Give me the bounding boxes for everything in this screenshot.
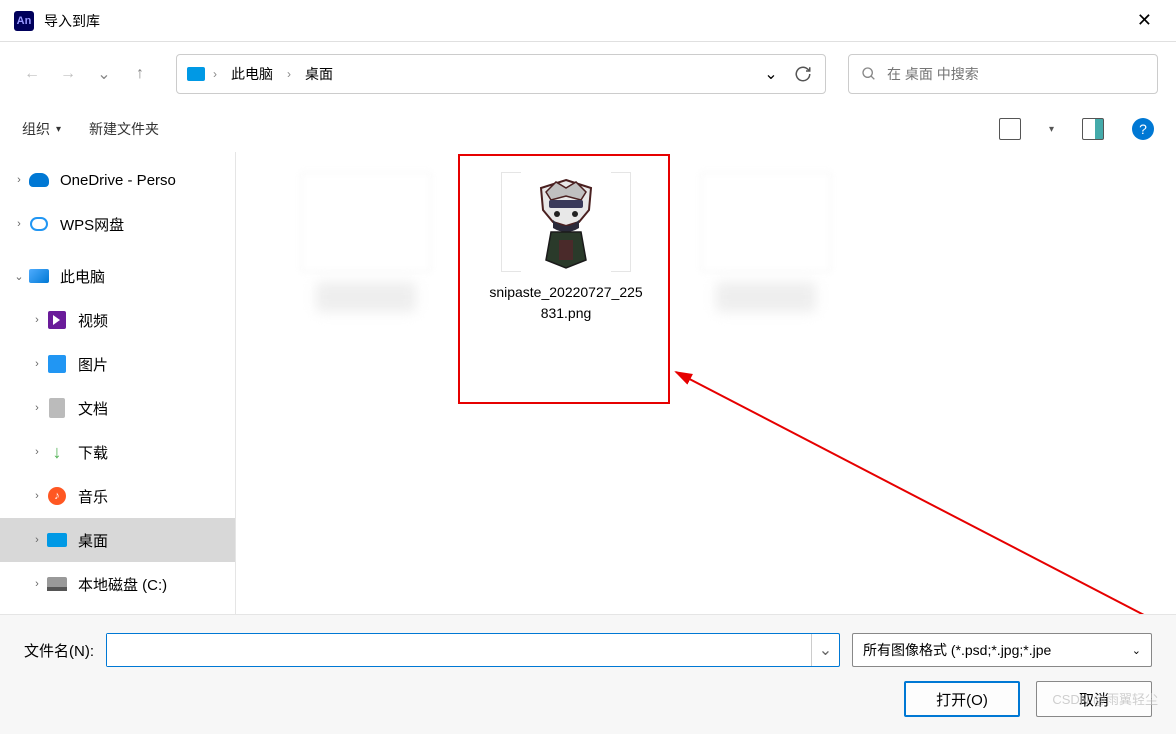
window-title: 导入到库 [44,11,1127,31]
pc-icon [187,67,205,81]
avatar-image-icon [521,170,611,274]
cloud-icon [28,213,50,235]
app-icon: An [14,11,34,31]
preview-pane-button[interactable] [1082,118,1104,140]
file-name-label [316,282,416,312]
chevron-right-icon[interactable]: › [28,402,46,414]
filename-dropdown-button[interactable]: ⌄ [811,634,839,666]
organize-button[interactable]: 组织 ▾ [22,119,61,139]
file-type-filter[interactable]: 所有图像格式 (*.psd;*.jpg;*.jpe ⌄ [852,633,1152,667]
breadcrumb-root[interactable]: 此电脑 [225,62,279,86]
chevron-right-icon[interactable]: › [28,446,46,458]
address-bar[interactable]: › 此电脑 › 桌面 ⌄ [176,54,826,94]
chevron-down-icon: ▾ [1049,124,1054,135]
music-icon: ♪ [46,485,68,507]
sidebar: › OneDrive - Perso › WPS网盘 ⌄ 此电脑 › 视频 › … [0,152,236,614]
chevron-right-icon[interactable]: › [28,578,46,590]
sidebar-item-label: 本地磁盘 (C:) [78,574,167,595]
main-area: › OneDrive - Perso › WPS网盘 ⌄ 此电脑 › 视频 › … [0,152,1176,614]
file-thumbnail [701,172,831,272]
document-icon [46,397,68,419]
file-name-label: snipaste_20220727_225831.png [486,282,646,324]
filename-input-wrap: ⌄ [106,633,840,667]
chevron-right-icon[interactable]: › [10,218,28,230]
chevron-right-icon: › [213,67,217,81]
sidebar-item-label: 图片 [78,354,108,375]
file-name-label [716,282,816,312]
image-icon [46,353,68,375]
sidebar-item-label: 桌面 [78,530,108,551]
pc-icon [28,265,50,287]
filename-input[interactable] [107,634,811,666]
filename-label: 文件名(N): [24,640,94,661]
titlebar: An 导入到库 ✕ [0,0,1176,42]
search-icon [861,66,877,82]
sidebar-item-videos[interactable]: › 视频 [0,298,235,342]
bottom-panel: 文件名(N): ⌄ 所有图像格式 (*.psd;*.jpg;*.jpe ⌄ 打开… [0,614,1176,734]
nav-back-button[interactable]: ← [18,60,46,88]
chevron-down-icon: ⌄ [1132,644,1141,657]
close-button[interactable]: ✕ [1127,6,1162,35]
sidebar-item-label: 文档 [78,398,108,419]
file-item[interactable] [286,172,446,324]
chevron-right-icon[interactable]: › [28,490,46,502]
chevron-right-icon: › [287,67,291,81]
nav-up-button[interactable]: ↑ [126,60,154,88]
chevron-right-icon[interactable]: › [10,174,28,186]
search-box[interactable] [848,54,1158,94]
file-item-highlighted[interactable]: snipaste_20220727_225831.png [486,172,646,324]
file-pane[interactable]: snipaste_20220727_225831.png [236,152,1176,614]
sidebar-item-music[interactable]: › ♪ 音乐 [0,474,235,518]
refresh-button[interactable] [791,62,815,86]
file-thumbnail [501,172,631,272]
desktop-icon [46,529,68,551]
sidebar-item-wps[interactable]: › WPS网盘 [0,202,235,246]
sidebar-item-label: 视频 [78,310,108,331]
download-icon: ↓ [46,441,68,463]
chevron-right-icon[interactable]: › [28,358,46,370]
sidebar-item-desktop[interactable]: › 桌面 [0,518,235,562]
file-thumbnail [301,172,431,272]
sidebar-item-label: 下载 [78,442,108,463]
toolbar: 组织 ▾ 新建文件夹 ▾ ? [0,106,1176,152]
view-mode-button[interactable] [999,118,1021,140]
help-button[interactable]: ? [1132,118,1154,140]
onedrive-icon [28,169,50,191]
sidebar-item-this-pc[interactable]: ⌄ 此电脑 [0,254,235,298]
chevron-down-icon[interactable]: ⌄ [10,270,28,283]
video-icon [46,309,68,331]
sidebar-item-documents[interactable]: › 文档 [0,386,235,430]
nav-forward-button[interactable]: → [54,60,82,88]
disk-icon [46,573,68,595]
breadcrumb-current[interactable]: 桌面 [299,62,339,86]
nav-recent-button[interactable]: ⌄ [90,60,118,88]
chevron-right-icon[interactable]: › [28,534,46,546]
sidebar-item-label: WPS网盘 [60,214,124,235]
sidebar-item-downloads[interactable]: › ↓ 下载 [0,430,235,474]
search-input[interactable] [887,66,1145,82]
address-dropdown-button[interactable]: ⌄ [759,62,783,86]
sidebar-item-pictures[interactable]: › 图片 [0,342,235,386]
chevron-right-icon[interactable]: › [28,314,46,326]
sidebar-item-local-disk-c[interactable]: › 本地磁盘 (C:) [0,562,235,606]
sidebar-item-label: OneDrive - Perso [60,172,176,189]
sidebar-item-label: 音乐 [78,486,108,507]
filter-label: 所有图像格式 (*.psd;*.jpg;*.jpe [863,640,1051,660]
open-button[interactable]: 打开(O) [904,681,1020,717]
nav-row: ← → ⌄ ↑ › 此电脑 › 桌面 ⌄ [0,42,1176,106]
file-item[interactable] [686,172,846,324]
chevron-down-icon: ▾ [56,124,61,135]
sidebar-item-label: 此电脑 [60,266,105,287]
new-folder-button[interactable]: 新建文件夹 [89,119,159,139]
cancel-button[interactable]: 取消 [1036,681,1152,717]
sidebar-item-onedrive[interactable]: › OneDrive - Perso [0,158,235,202]
